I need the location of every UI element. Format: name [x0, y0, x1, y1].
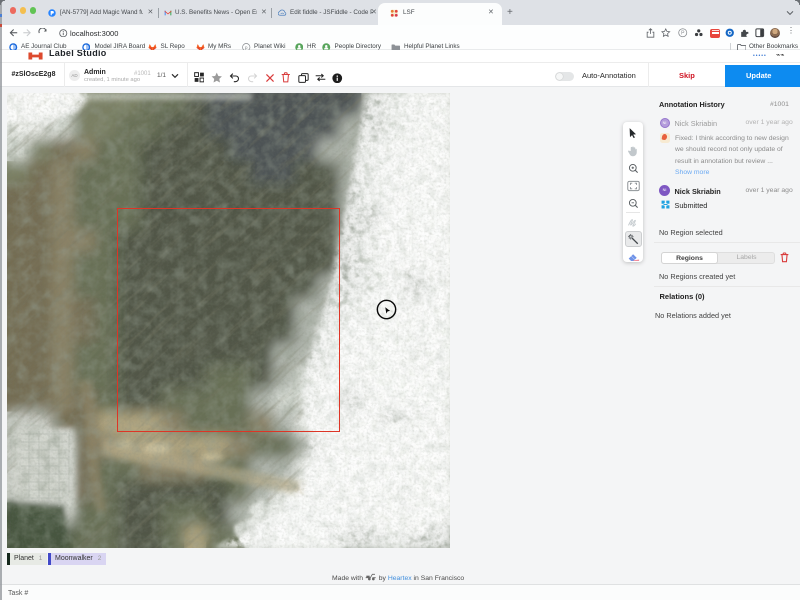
- svg-text:P: P: [681, 31, 685, 37]
